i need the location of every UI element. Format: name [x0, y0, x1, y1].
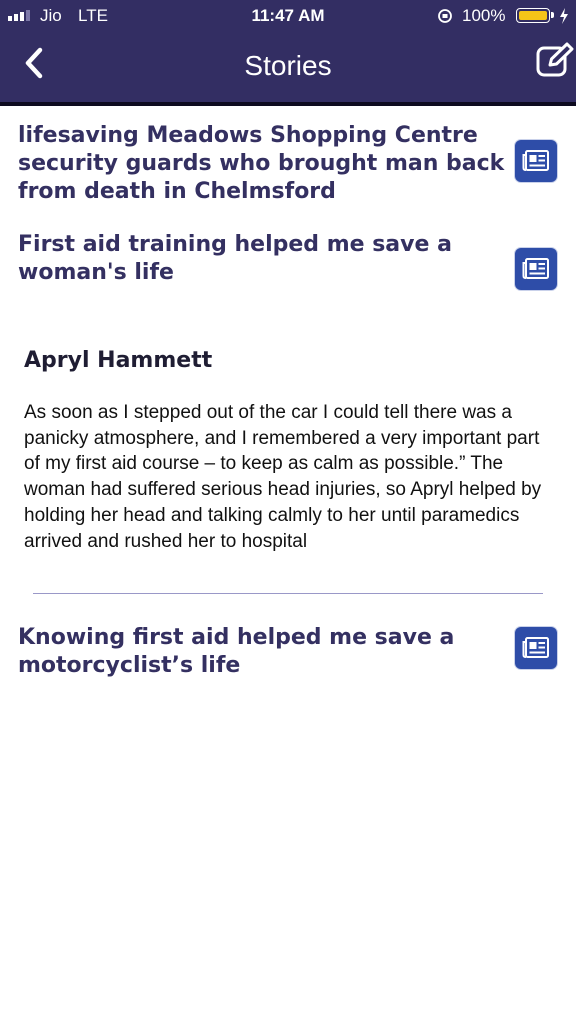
battery-percent: 100%	[462, 6, 506, 25]
story-open-button[interactable]	[515, 248, 557, 290]
battery-level-fill	[519, 11, 547, 20]
compose-button[interactable]	[534, 42, 576, 82]
story-author: Apryl Hammett	[24, 348, 213, 373]
orientation-lock-icon	[436, 6, 454, 29]
status-bar: Jio LTE 11:47 AM 100%	[0, 0, 576, 32]
nav-bar-divider	[0, 102, 576, 106]
story-open-button[interactable]	[515, 140, 557, 182]
page-title: Stories	[244, 50, 332, 81]
story-title[interactable]: First aid training helped me save a woma…	[18, 231, 508, 287]
story-title[interactable]: Knowing first aid helped me save a motor…	[18, 624, 508, 680]
divider	[33, 593, 543, 594]
story-open-button[interactable]	[515, 627, 557, 669]
newspaper-icon	[522, 258, 549, 279]
battery-icon	[516, 8, 554, 23]
compose-icon	[536, 42, 574, 77]
story-body: As soon as I stepped out of the car I co…	[24, 402, 542, 552]
newspaper-icon	[522, 150, 549, 171]
newspaper-icon	[522, 637, 549, 658]
story-title[interactable]: lifesaving Meadows Shopping Centre secur…	[18, 122, 508, 206]
charging-bolt-icon	[558, 7, 570, 30]
